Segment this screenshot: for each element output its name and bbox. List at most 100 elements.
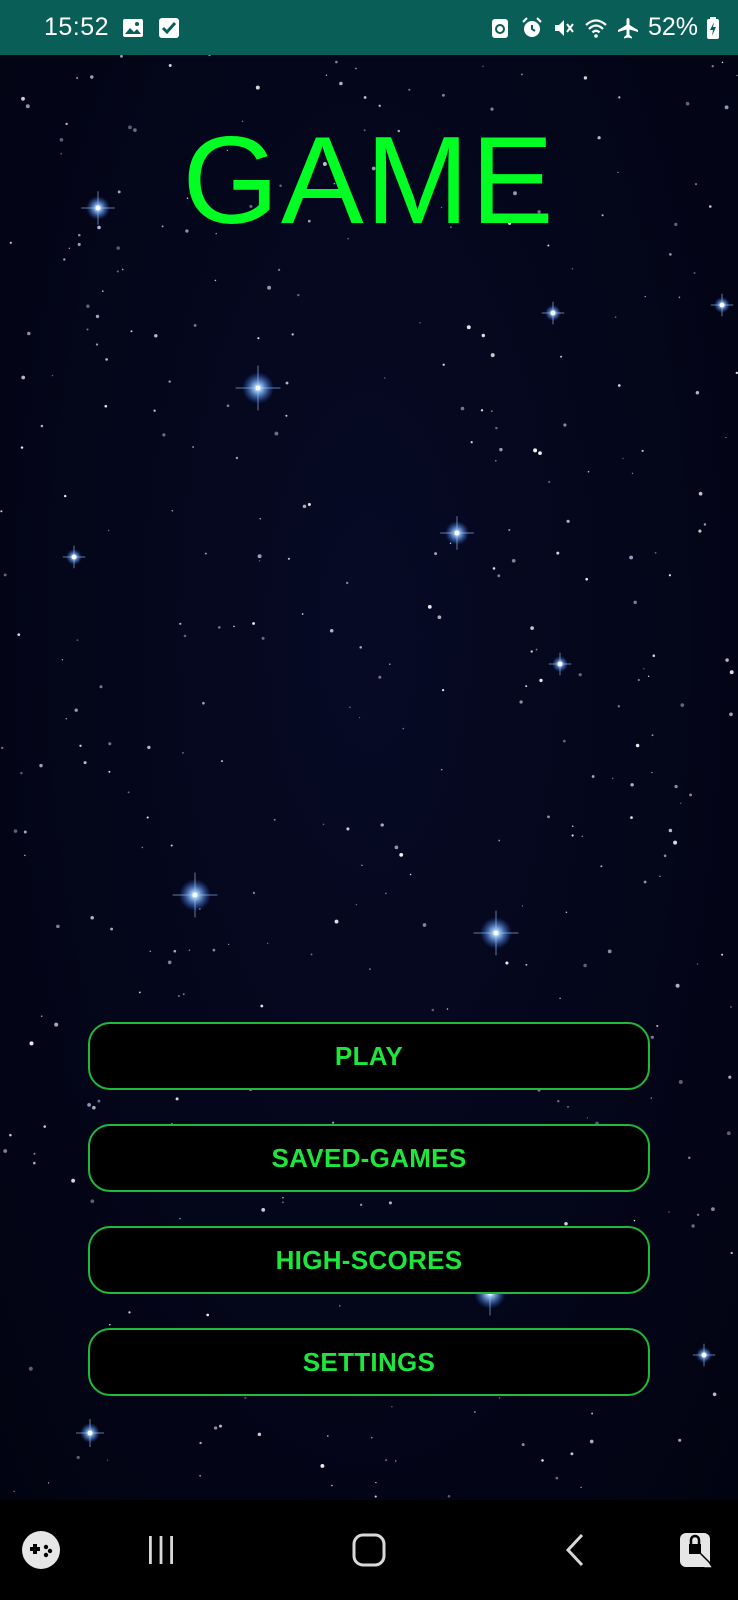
star	[141, 846, 144, 849]
star	[385, 892, 387, 895]
star	[571, 834, 574, 837]
star	[3, 1149, 8, 1153]
star	[252, 891, 255, 894]
star	[578, 673, 582, 677]
star	[257, 554, 262, 559]
star	[600, 865, 603, 868]
star	[120, 55, 123, 58]
star	[320, 1463, 325, 1468]
star	[441, 93, 445, 97]
star	[202, 701, 205, 705]
saved-games-button[interactable]: SAVED-GAMES	[88, 1124, 650, 1192]
star	[79, 744, 82, 747]
bright-star	[710, 293, 734, 317]
star	[21, 96, 25, 101]
star	[39, 763, 43, 768]
star	[427, 605, 432, 609]
star	[9, 1133, 12, 1137]
star	[633, 600, 637, 605]
star	[725, 658, 729, 662]
star	[630, 816, 633, 819]
star	[47, 1482, 50, 1484]
star	[446, 1008, 449, 1010]
star	[33, 1161, 36, 1165]
star	[519, 700, 523, 704]
star	[74, 708, 78, 712]
star	[28, 1366, 33, 1371]
star	[698, 491, 703, 496]
star	[571, 267, 574, 270]
back-icon[interactable]	[550, 1500, 600, 1600]
star	[278, 268, 281, 271]
star	[394, 845, 399, 850]
star	[399, 852, 404, 857]
star	[441, 688, 445, 692]
star	[530, 626, 534, 630]
star	[23, 830, 27, 834]
star	[297, 293, 300, 297]
star	[287, 557, 290, 560]
star	[482, 65, 484, 67]
star	[307, 502, 311, 507]
airplane-icon	[616, 16, 640, 40]
star	[76, 1455, 80, 1460]
star	[508, 528, 511, 532]
star	[192, 446, 195, 448]
star	[695, 390, 700, 395]
star	[643, 880, 647, 884]
star	[183, 634, 187, 638]
star	[499, 447, 503, 452]
star	[490, 410, 493, 413]
star	[622, 457, 624, 460]
home-icon[interactable]	[344, 1500, 394, 1600]
play-button[interactable]: PLAY	[88, 1022, 650, 1090]
star	[434, 552, 438, 556]
star	[395, 1460, 397, 1462]
star	[0, 510, 3, 513]
star	[326, 1435, 329, 1437]
bright-star	[692, 1343, 716, 1367]
star	[199, 1474, 201, 1477]
star	[629, 555, 634, 560]
star	[654, 551, 657, 554]
star	[346, 827, 350, 831]
star	[656, 1024, 659, 1028]
star	[301, 613, 304, 615]
star	[385, 1459, 388, 1462]
star	[659, 875, 661, 878]
star	[560, 355, 563, 358]
star	[168, 380, 171, 383]
star	[375, 1481, 377, 1484]
star	[617, 705, 621, 708]
star	[68, 247, 70, 249]
star	[651, 734, 654, 737]
star	[460, 406, 465, 411]
high-scores-button[interactable]: HIGH-SCORES	[88, 1226, 650, 1294]
star	[637, 678, 640, 682]
star	[470, 441, 473, 444]
star	[580, 1486, 582, 1489]
status-bar: 15:52 52%	[0, 0, 738, 55]
star	[431, 1008, 435, 1012]
bright-star	[172, 872, 218, 918]
star	[370, 1436, 373, 1439]
star	[116, 270, 119, 273]
star	[607, 949, 612, 954]
star	[583, 963, 587, 968]
star	[90, 916, 94, 920]
star	[689, 793, 693, 797]
star	[355, 903, 358, 906]
screen-lock-icon[interactable]	[672, 1500, 722, 1600]
star	[541, 1459, 544, 1462]
star	[369, 968, 371, 970]
star	[585, 577, 588, 581]
recent-apps-icon[interactable]	[136, 1500, 186, 1600]
settings-button[interactable]: SETTINGS	[88, 1328, 650, 1396]
game-launcher-icon[interactable]	[16, 1500, 66, 1600]
star	[51, 374, 54, 377]
game-title: GAME	[182, 112, 556, 250]
star	[235, 456, 239, 460]
star	[505, 961, 509, 965]
star	[170, 844, 173, 847]
star	[525, 963, 528, 966]
